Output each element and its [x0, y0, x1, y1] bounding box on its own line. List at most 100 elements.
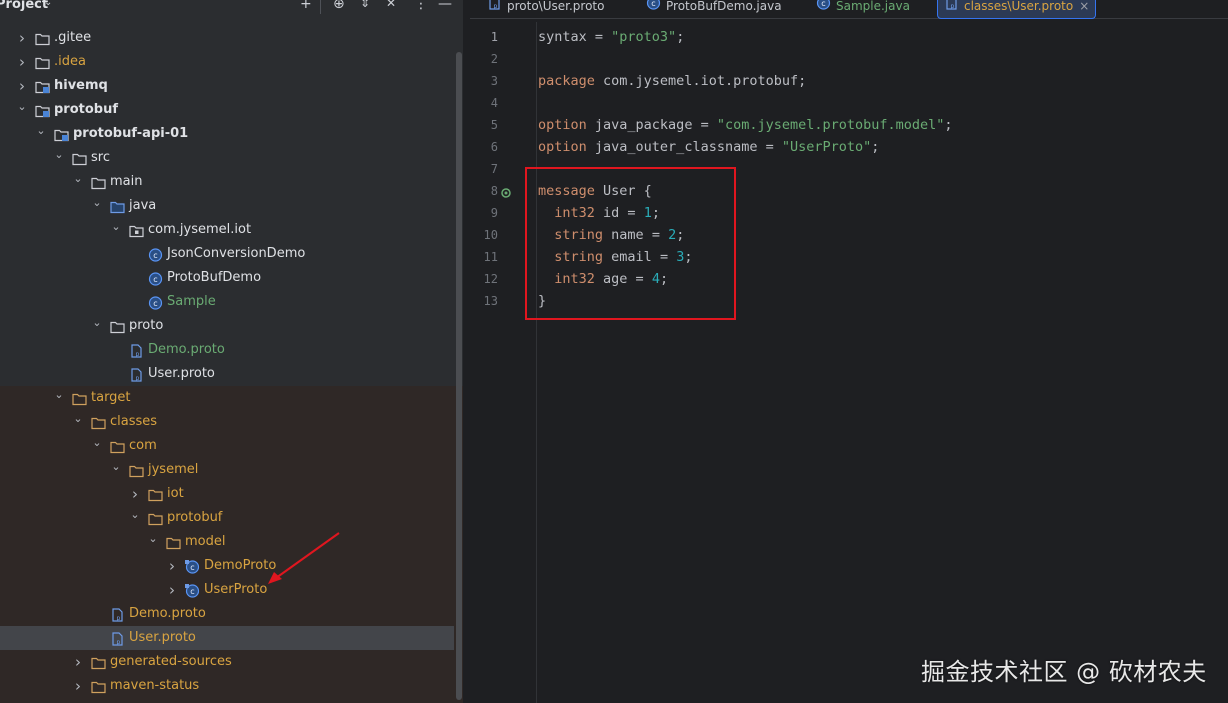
- tree-item-label: ProtoBufDemo: [167, 270, 262, 285]
- tree-item[interactable]: p Demo.proto: [0, 338, 463, 362]
- excluded-folder-icon: [91, 655, 106, 670]
- tree-item[interactable]: c JsonConversionDemo: [0, 242, 463, 266]
- tree-item-label: UserProto: [204, 582, 268, 597]
- chevron-down-icon[interactable]: ⌄: [110, 455, 122, 479]
- annotation-highlight-box: [525, 167, 736, 320]
- excluded-folder-icon: [148, 487, 163, 502]
- tree-item[interactable]: › .gitee: [0, 26, 463, 50]
- chevron-down-icon[interactable]: ⌄: [91, 431, 103, 455]
- tree-item-label: classes: [110, 414, 158, 429]
- class-file-icon: c: [185, 583, 200, 598]
- editor-tab[interactable]: c ProtoBufDemo.java: [646, 0, 782, 18]
- tree-item-label: java: [129, 198, 157, 213]
- code-line[interactable]: 1 syntax = "proto3";: [470, 26, 1228, 48]
- target-icon[interactable]: ⊕: [333, 0, 345, 12]
- tree-item[interactable]: p User.proto: [0, 362, 463, 386]
- code-text: syntax = "proto3";: [538, 29, 685, 45]
- tree-item[interactable]: ⌄ src: [0, 146, 463, 170]
- tree-item-label: hivemq: [54, 78, 108, 93]
- tree-item[interactable]: ⌄ target: [0, 386, 463, 410]
- tree-item[interactable]: › .idea: [0, 50, 463, 74]
- tree-item[interactable]: c ProtoBufDemo: [0, 266, 463, 290]
- chevron-right-icon[interactable]: ›: [16, 26, 28, 50]
- tree-item[interactable]: ⌄ protobuf-api-01: [0, 122, 463, 146]
- svg-text:p: p: [117, 615, 121, 622]
- module-folder-icon: [54, 127, 69, 142]
- close-icon[interactable]: ×: [1079, 0, 1089, 13]
- tree-item[interactable]: › hivemq: [0, 74, 463, 98]
- tree-item[interactable]: › c DemoProto: [0, 554, 463, 578]
- tree-item[interactable]: c Sample: [0, 290, 463, 314]
- chevron-down-icon[interactable]: ⌄: [91, 311, 103, 335]
- tree-item[interactable]: › iot: [0, 482, 463, 506]
- chevron-down-icon[interactable]: ⌄: [53, 383, 65, 407]
- tree-item[interactable]: ⌄ com: [0, 434, 463, 458]
- chevron-down-icon[interactable]: ⌄: [129, 503, 141, 527]
- tree-item[interactable]: ⌄ protobuf: [0, 506, 463, 530]
- tree-item[interactable]: › generated-sources: [0, 650, 463, 674]
- tree-item[interactable]: p User.proto: [0, 626, 454, 650]
- svg-text:c: c: [651, 0, 655, 8]
- add-icon[interactable]: +: [300, 0, 312, 12]
- svg-text:c: c: [821, 0, 825, 8]
- chevron-right-icon[interactable]: ›: [166, 578, 178, 602]
- code-line[interactable]: 4: [470, 92, 1228, 114]
- expand-all-icon[interactable]: ⇕: [360, 0, 370, 10]
- code-line[interactable]: 6 option java_outer_classname = "UserProt…: [470, 136, 1228, 158]
- chevron-down-icon[interactable]: ⌄: [147, 527, 159, 551]
- java-class-icon: c: [148, 271, 163, 286]
- proto-file-icon: p: [944, 0, 959, 17]
- project-view-dropdown[interactable]: Project: [0, 0, 48, 12]
- chevron-down-icon[interactable]: ⌄: [16, 95, 28, 119]
- folder-icon: [35, 55, 50, 70]
- tree-item-label: protobuf: [167, 510, 223, 525]
- editor-tab[interactable]: c Sample.java: [816, 0, 910, 18]
- tree-item[interactable]: ⌄ jysemel: [0, 458, 463, 482]
- editor-tab[interactable]: p proto\User.proto: [487, 0, 604, 18]
- tree-item[interactable]: ⌄ proto: [0, 314, 463, 338]
- svg-text:p: p: [117, 639, 121, 646]
- line-number: 12: [483, 272, 498, 286]
- collapse-all-icon[interactable]: ✕: [386, 0, 396, 10]
- chevron-down-icon[interactable]: ⌄: [44, 0, 52, 8]
- more-icon[interactable]: ⋮: [414, 0, 428, 12]
- excluded-folder-icon: [129, 463, 144, 478]
- module-folder-icon: [35, 79, 50, 94]
- chevron-right-icon[interactable]: ›: [72, 674, 84, 698]
- tree-item-label: Demo.proto: [129, 606, 206, 621]
- chevron-down-icon[interactable]: ⌄: [35, 119, 47, 143]
- excluded-folder-icon: [91, 415, 106, 430]
- tree-item[interactable]: p Demo.proto: [0, 602, 463, 626]
- package-icon: [129, 223, 144, 238]
- tree-item[interactable]: › maven-status: [0, 674, 463, 698]
- minimize-icon[interactable]: —: [438, 0, 452, 12]
- editor-tab[interactable]: p classes\User.proto ×: [937, 0, 1097, 19]
- code-line[interactable]: 3 package com.jysemel.iot.protobuf;: [470, 70, 1228, 92]
- excluded-folder-icon: [110, 439, 125, 454]
- chevron-right-icon[interactable]: ›: [72, 650, 84, 674]
- tree-item[interactable]: ⌄ classes: [0, 410, 463, 434]
- chevron-right-icon[interactable]: ›: [166, 554, 178, 578]
- tree-item[interactable]: ⌄ protobuf: [0, 98, 463, 122]
- scrollbar[interactable]: [456, 52, 462, 700]
- splitter[interactable]: [463, 0, 470, 703]
- chevron-right-icon[interactable]: ›: [16, 50, 28, 74]
- tree-item[interactable]: ⌄ model: [0, 530, 463, 554]
- code-line[interactable]: 5 option java_package = "com.jysemel.prot…: [470, 114, 1228, 136]
- tree-item-label: generated-sources: [110, 654, 232, 669]
- svg-text:c: c: [153, 299, 157, 308]
- tree-item[interactable]: ⌄ java: [0, 194, 463, 218]
- tree-item[interactable]: › c UserProto: [0, 578, 463, 602]
- chevron-down-icon[interactable]: ⌄: [110, 215, 122, 239]
- chevron-down-icon[interactable]: ⌄: [53, 143, 65, 167]
- tree-item[interactable]: ⌄ main: [0, 170, 463, 194]
- chevron-down-icon[interactable]: ⌄: [91, 191, 103, 215]
- svg-text:c: c: [190, 563, 194, 572]
- chevron-down-icon[interactable]: ⌄: [72, 167, 84, 191]
- chevron-down-icon[interactable]: ⌄: [72, 407, 84, 431]
- code-text: package com.jysemel.iot.protobuf;: [538, 73, 807, 89]
- editor-tab-bar: p proto\User.proto c ProtoBufDemo.java c Samp…: [470, 0, 1228, 19]
- tree-item[interactable]: ⌄ com.jysemel.iot: [0, 218, 463, 242]
- code-line[interactable]: 2: [470, 48, 1228, 70]
- line-number: 8: [490, 184, 498, 198]
